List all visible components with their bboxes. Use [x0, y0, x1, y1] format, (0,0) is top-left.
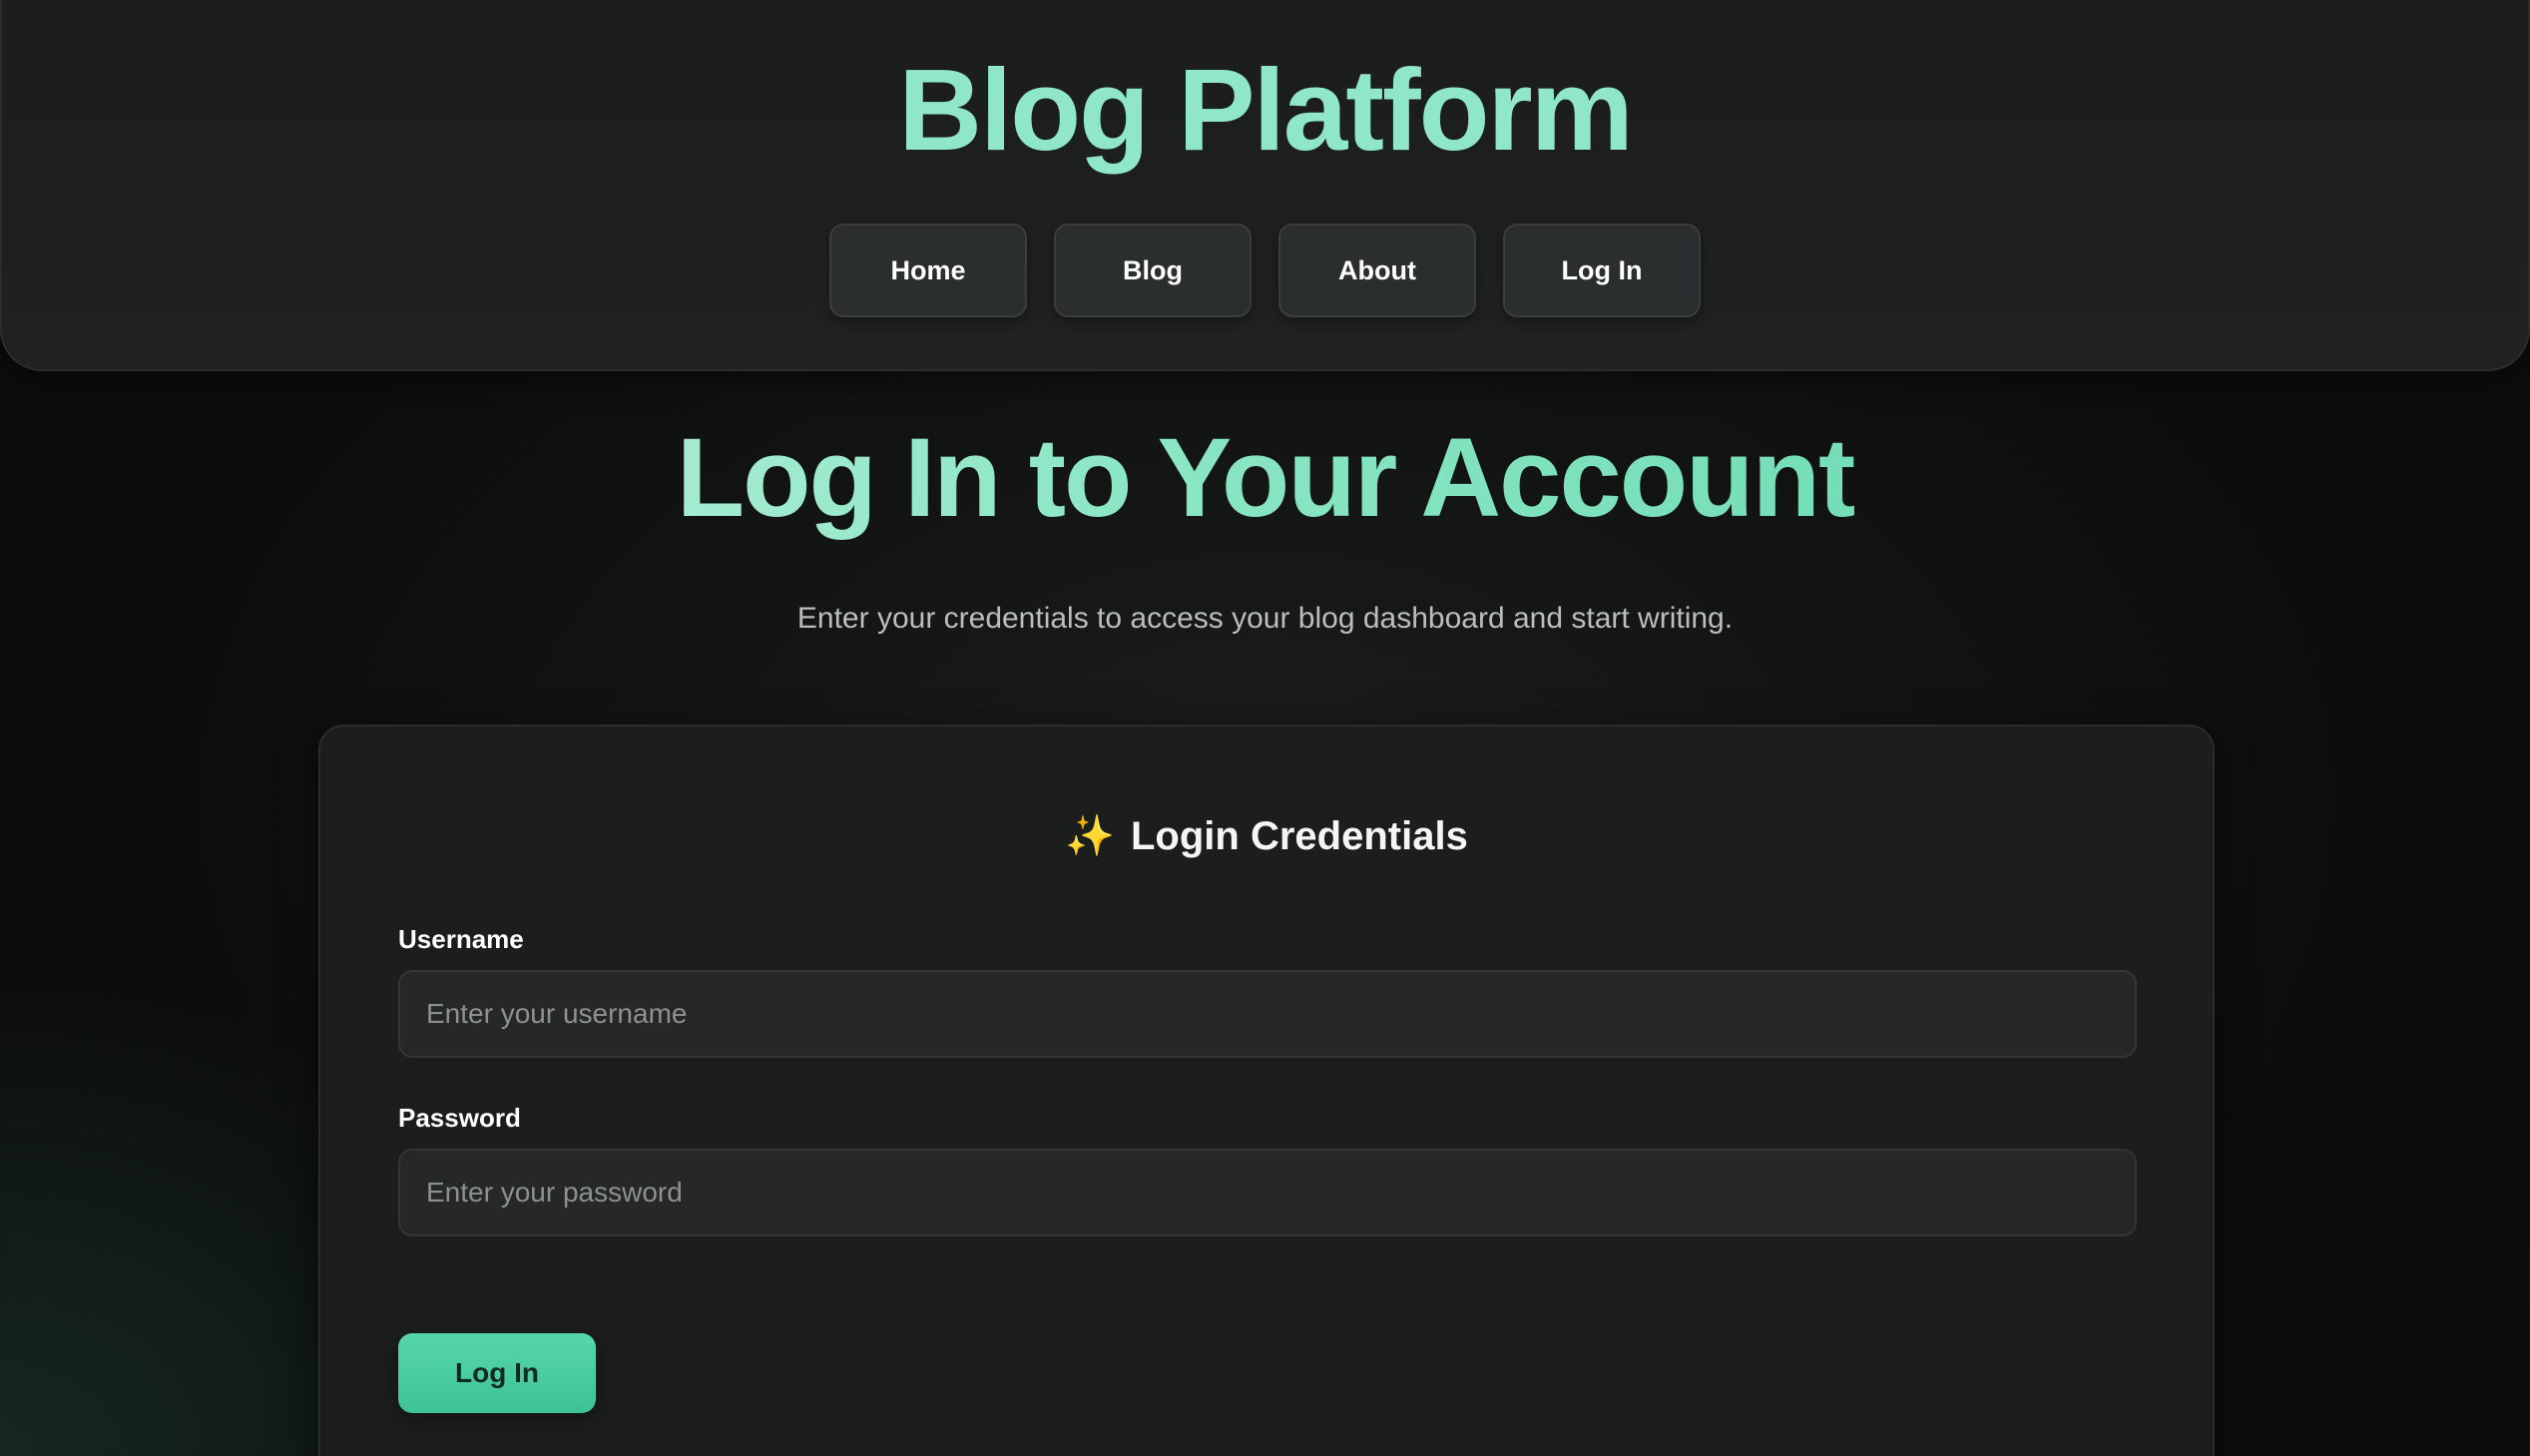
username-input[interactable] [398, 970, 2137, 1058]
login-submit-button[interactable]: Log In [398, 1333, 596, 1413]
username-label: Username [398, 924, 524, 954]
site-header: Blog Platform Home Blog About Log In [0, 0, 2530, 371]
sparkles-icon: ✨ [1065, 814, 1115, 858]
nav-about-button[interactable]: About [1278, 224, 1476, 317]
card-title-text: Login Credentials [1131, 814, 1468, 858]
nav-home-button[interactable]: Home [829, 224, 1027, 317]
site-title: Blog Platform [898, 45, 1633, 175]
password-input[interactable] [398, 1149, 2137, 1236]
page-subtitle: Enter your credentials to access your bl… [796, 602, 1734, 635]
password-label: Password [398, 1103, 521, 1133]
page-heading: Log In to Your Account [0, 413, 2530, 543]
main-nav: Home Blog About Log In [2, 224, 2528, 317]
card-title: ✨ Login Credentials [320, 812, 2213, 859]
nav-login-button[interactable]: Log In [1503, 224, 1701, 317]
login-card: ✨ Login Credentials Username Password Log… [318, 725, 2215, 1456]
nav-blog-button[interactable]: Blog [1054, 224, 1252, 317]
